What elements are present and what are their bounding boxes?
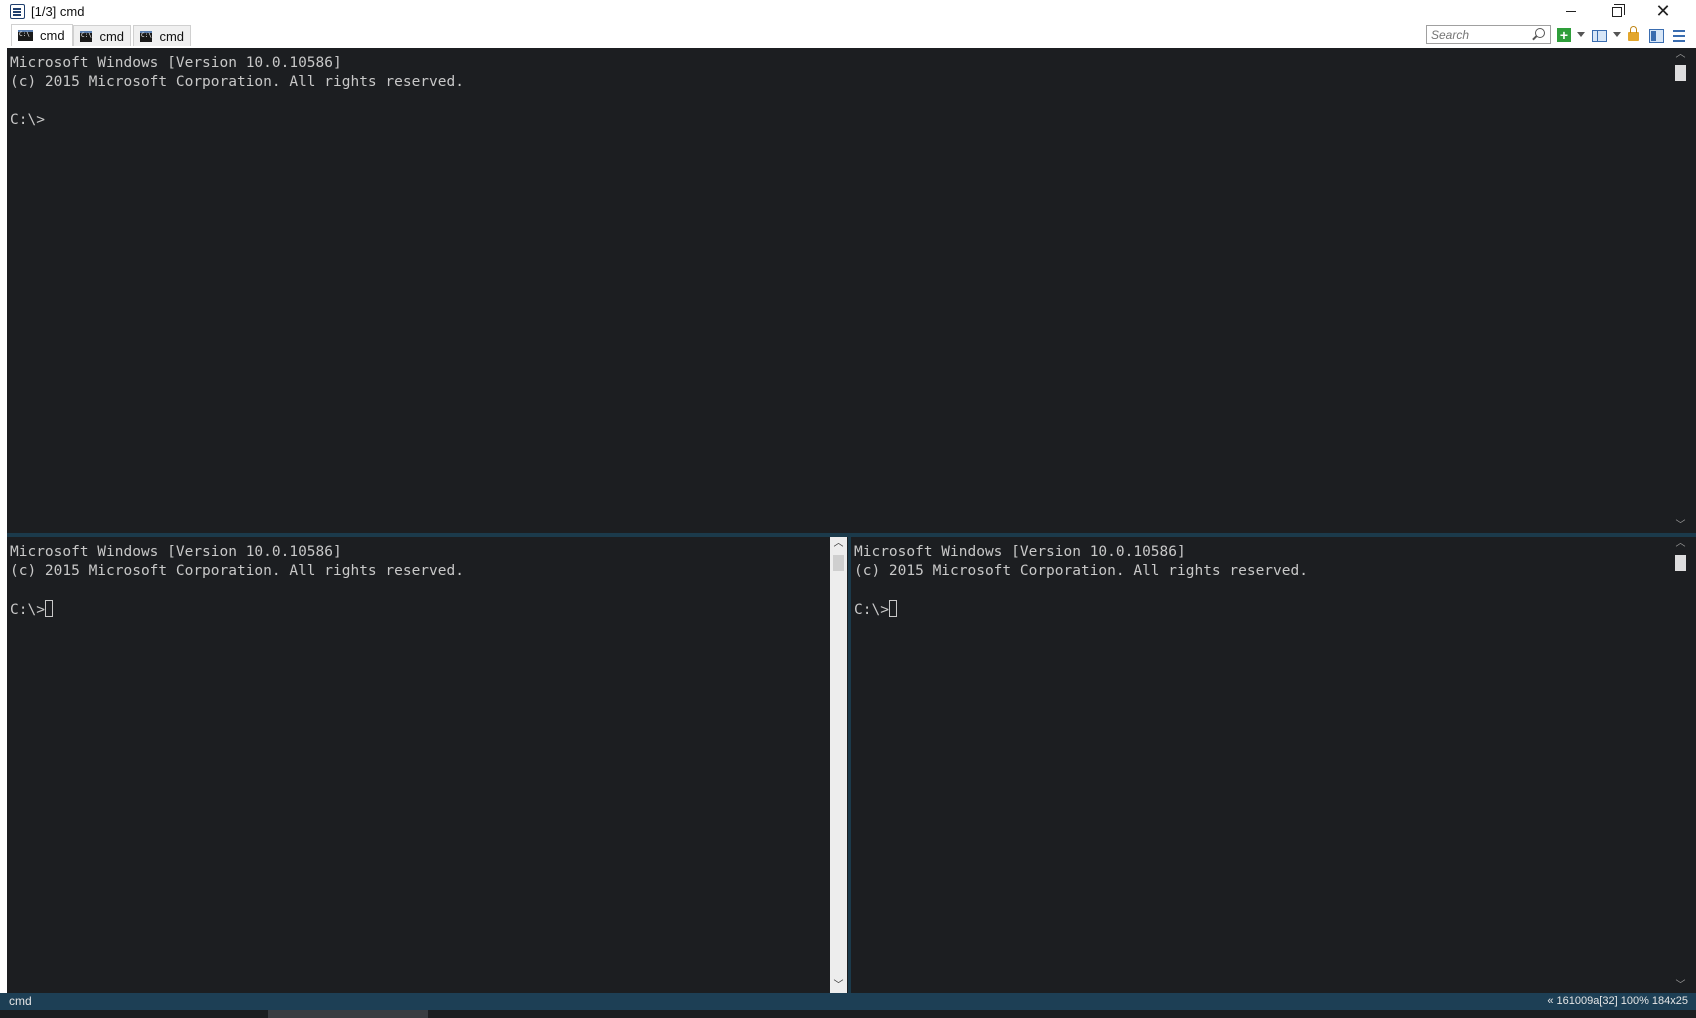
tab-console-3[interactable]: cmd bbox=[133, 25, 191, 46]
console-output: Microsoft Windows [Version 10.0.10586] (… bbox=[854, 543, 1308, 620]
console-pane-top[interactable]: Microsoft Windows [Version 10.0.10586] (… bbox=[7, 48, 1672, 533]
add-console-icon[interactable]: + bbox=[1557, 28, 1571, 42]
search-icon[interactable] bbox=[1535, 28, 1545, 38]
layout-icon[interactable] bbox=[1592, 30, 1607, 42]
scroll-up-icon[interactable]: ︿ bbox=[830, 537, 847, 551]
console-icon bbox=[18, 30, 33, 41]
scroll-thumb[interactable] bbox=[833, 555, 844, 571]
status-console-name[interactable]: cmd bbox=[9, 994, 32, 1008]
tab-bar: cmd cmd cmd + bbox=[0, 23, 1696, 48]
status-bar: cmd « 161009a[32] 100% 184x25 bbox=[0, 993, 1696, 1010]
menu-icon[interactable] bbox=[1672, 30, 1686, 42]
console-prompt: C:\> bbox=[854, 602, 889, 618]
text-cursor bbox=[888, 600, 897, 617]
search-input[interactable] bbox=[1427, 26, 1527, 44]
scroll-thumb[interactable] bbox=[1675, 65, 1686, 81]
scrollbar-bottom-left-pane[interactable]: ︿ ﹀ bbox=[830, 537, 847, 993]
console-line: (c) 2015 Microsoft Corporation. All righ… bbox=[10, 563, 464, 579]
tab-label: cmd bbox=[40, 28, 65, 43]
console-pane-bottom-left[interactable]: Microsoft Windows [Version 10.0.10586] (… bbox=[7, 537, 830, 993]
title-bar: [1/3] cmd ✕ bbox=[0, 0, 1696, 23]
tab-console-1[interactable]: cmd bbox=[11, 24, 73, 46]
lock-icon[interactable] bbox=[1628, 26, 1639, 41]
console-line: Microsoft Windows [Version 10.0.10586] bbox=[10, 544, 342, 560]
taskbar-item[interactable] bbox=[268, 1010, 428, 1018]
dropdown-arrow-icon[interactable] bbox=[1613, 32, 1621, 37]
scroll-up-icon[interactable]: ︿ bbox=[1672, 537, 1689, 551]
close-button[interactable]: ✕ bbox=[1640, 0, 1686, 23]
console-line: (c) 2015 Microsoft Corporation. All righ… bbox=[854, 563, 1308, 579]
window-left-edge bbox=[0, 48, 7, 993]
scroll-thumb[interactable] bbox=[1675, 555, 1686, 571]
console-line: (c) 2015 Microsoft Corporation. All righ… bbox=[10, 74, 464, 90]
close-icon: ✕ bbox=[1655, 1, 1671, 21]
console-pane-bottom-right[interactable]: Microsoft Windows [Version 10.0.10586] (… bbox=[851, 537, 1672, 993]
scroll-up-icon[interactable]: ︿ bbox=[1672, 48, 1689, 62]
status-info[interactable]: « 161009a[32] 100% 184x25 bbox=[1547, 995, 1688, 1007]
pane-toggle-icon[interactable] bbox=[1649, 29, 1664, 43]
scroll-down-icon[interactable]: ﹀ bbox=[830, 979, 847, 993]
console-line: Microsoft Windows [Version 10.0.10586] bbox=[10, 55, 342, 71]
console-prompt: C:\> bbox=[10, 112, 45, 128]
tab-label: cmd bbox=[159, 28, 184, 44]
console-output: Microsoft Windows [Version 10.0.10586] (… bbox=[10, 54, 464, 130]
window-title: [1/3] cmd bbox=[31, 4, 85, 19]
tab-label: cmd bbox=[99, 28, 124, 44]
console-icon bbox=[80, 30, 93, 42]
scrollbar-top-pane[interactable]: ︿ ﹀ bbox=[1672, 48, 1689, 533]
scrollbar-bottom-right-pane[interactable]: ︿ ﹀ bbox=[1672, 537, 1689, 993]
dropdown-arrow-icon[interactable] bbox=[1577, 32, 1585, 37]
text-cursor bbox=[44, 600, 53, 617]
app-icon[interactable] bbox=[10, 4, 25, 19]
minimize-icon bbox=[1566, 11, 1576, 12]
scroll-down-icon[interactable]: ﹀ bbox=[1672, 979, 1689, 993]
scroll-down-icon[interactable]: ﹀ bbox=[1672, 519, 1689, 533]
console-line: Microsoft Windows [Version 10.0.10586] bbox=[854, 544, 1186, 560]
minimize-button[interactable] bbox=[1548, 0, 1594, 23]
console-output: Microsoft Windows [Version 10.0.10586] (… bbox=[10, 543, 464, 620]
taskbar-strip bbox=[0, 1010, 1696, 1018]
tab-console-2[interactable]: cmd bbox=[73, 25, 131, 46]
console-icon bbox=[140, 30, 153, 42]
restore-icon bbox=[1612, 3, 1625, 17]
restore-button[interactable] bbox=[1594, 0, 1640, 23]
search-box bbox=[1426, 25, 1551, 44]
console-prompt: C:\> bbox=[10, 602, 45, 618]
